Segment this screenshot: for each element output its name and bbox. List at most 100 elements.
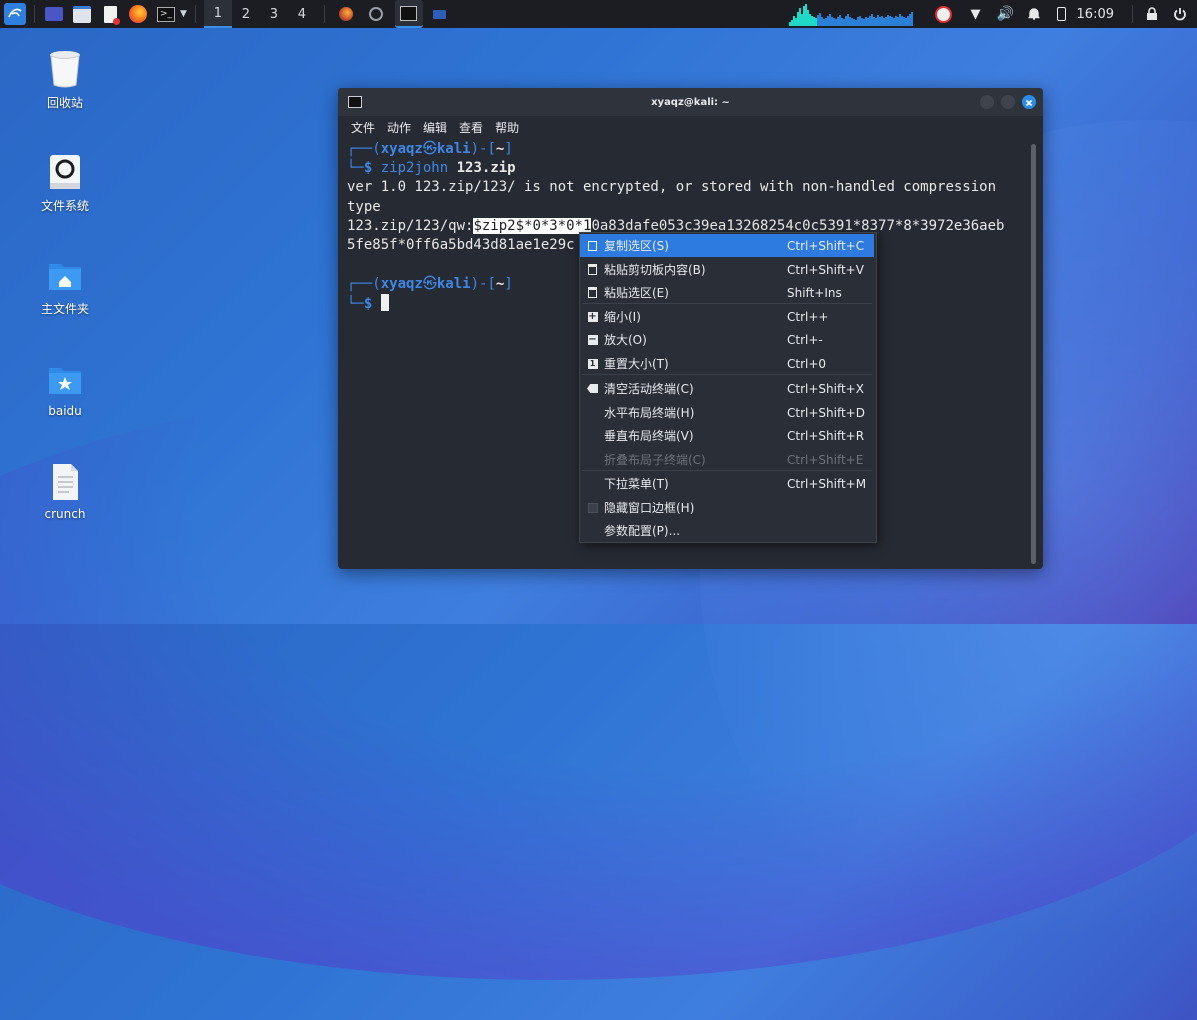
battery-icon[interactable] [1051,3,1073,25]
file-manager-icon[interactable] [71,3,93,25]
menu-item-7[interactable]: 水平布局终端(H) Ctrl+Shift+D [580,401,874,424]
desktop-icon-label: 文件系统 [40,199,89,213]
menu-item-4[interactable]: − 放大(O) Ctrl+- [580,328,874,351]
menu-item-shortcut: Shift+Ins [787,285,842,300]
workspace-3[interactable]: 3 [260,0,288,28]
menu-item-label: 垂直布局终端(V) [604,429,694,443]
menu-item-5[interactable]: 1 重置大小(T) Ctrl+0 [580,352,874,375]
prompt-line: ┌──(xyaqz㉿kali)-[~] [347,141,513,157]
menu-item-label: 隐藏窗口边框(H) [604,501,695,515]
terminal-window-icon[interactable] [394,0,423,28]
kali-menu-icon[interactable] [4,3,26,25]
menu-item-shortcut: Ctrl+Shift+R [787,428,865,443]
menu-item-shortcut: Ctrl++ [787,309,829,324]
menu-icon-placeholder [587,525,598,536]
taskbar-separator [1132,5,1133,23]
minimize-button[interactable] [980,95,994,109]
prompt-at: ㉿ [422,141,437,157]
wifi-icon[interactable]: ▼ [965,3,987,25]
app-window-icon[interactable] [365,3,387,25]
menu-actions[interactable]: 动作 [387,119,411,136]
menu-item-label: 水平布局终端(H) [604,406,695,420]
selected-text: $zip2$*0*3*0*1 [473,218,592,234]
menu-edit[interactable]: 编辑 [423,119,447,136]
desktop-icon-label: 主文件夹 [40,302,89,316]
text-file-icon [47,463,83,501]
menu-file[interactable]: 文件 [351,119,375,136]
menu-item-label: 复制选区(S) [604,239,669,253]
close-button[interactable] [1022,95,1036,109]
menu-item-12[interactable]: 参数配置(P)... [580,519,874,542]
menu-item-label: 粘贴选区(E) [604,286,669,300]
checkbox-icon [587,502,598,513]
menu-item-1[interactable]: 粘贴剪切板内容(B) Ctrl+Shift+V [580,258,874,281]
reset-size-icon: 1 [587,358,598,369]
desktop-icon-crunch[interactable]: crunch [20,463,110,521]
prompt-symbol: $ [363,296,373,312]
menu-item-2[interactable]: 粘贴选区(E) Shift+Ins [580,281,874,304]
text-editor-icon[interactable] [99,3,121,25]
menu-item-6[interactable]: 清空活动终端(C) Ctrl+Shift+X [580,377,874,400]
menu-item-label: 清空活动终端(C) [604,382,694,396]
lock-icon[interactable] [1141,3,1163,25]
kali-status-icon[interactable] [933,3,955,25]
terminal-menubar: 文件 动作 编辑 查看 帮助 [338,116,1043,138]
menu-help[interactable]: 帮助 [495,119,519,136]
home-folder-icon [47,256,83,294]
firefox-window-icon[interactable] [335,3,357,25]
desktop-icon-home[interactable]: 主文件夹 [20,256,110,317]
menu-item-11[interactable]: 隐藏窗口边框(H) [580,496,874,519]
workspace-1[interactable]: 1 [203,0,232,28]
command-line: └─$ zip2john 123.zip [347,160,516,176]
graph-bar [910,12,913,26]
taskbar-separator [194,5,196,23]
clear-icon [587,383,598,394]
text-cursor [380,294,389,311]
menu-separator [582,470,872,471]
menu-item-shortcut: Ctrl+Shift+E [787,452,864,467]
workspace-2[interactable]: 2 [232,0,260,28]
paste-icon [587,264,598,275]
maximize-button[interactable] [1001,95,1015,109]
menu-item-10[interactable]: 下拉菜单(T) Ctrl+Shift+M [580,472,874,495]
desktop-icon-filesystem[interactable]: 文件系统 [20,153,110,214]
show-desktop-icon[interactable] [43,3,65,25]
output-line: 5fe85f*0ff6a5bd43d81ae1e29c [347,237,575,253]
desktop-icon-label: crunch [44,507,86,521]
firefox-icon[interactable] [127,3,149,25]
zoom-in-icon: − [587,333,598,345]
output-text: 123.zip/123/qw: [347,218,474,234]
terminal-launcher-icon[interactable]: >_ [155,3,177,25]
menu-item-shortcut: Ctrl+Shift+M [787,476,867,491]
prompt-user: xyaqz [380,276,423,292]
menu-item-8[interactable]: 垂直布局终端(V) Ctrl+Shift+R [580,424,874,447]
cpu-graph [788,2,919,26]
notification-bell-icon[interactable] [1023,3,1045,25]
logout-icon[interactable] [1169,3,1191,25]
copy-icon [587,240,598,251]
menu-item-9[interactable]: 折叠布局子终端(C) Ctrl+Shift+E [580,448,874,471]
trash-icon [47,50,83,88]
menu-icon-placeholder [587,478,598,489]
menu-item-label: 折叠布局子终端(C) [604,453,706,467]
menu-view[interactable]: 查看 [459,119,483,136]
taskbar-separator [323,5,325,23]
menu-item-label: 粘贴剪切板内容(B) [604,263,706,277]
prompt-user: xyaqz [380,141,423,157]
menu-item-3[interactable]: + 缩小(I) Ctrl++ [580,305,874,328]
menu-item-label: 缩小(I) [604,310,641,324]
menu-item-0[interactable]: 复制选区(S) Ctrl+Shift+C [580,234,874,257]
scrollbar[interactable] [1031,144,1036,564]
chevron-down-icon[interactable]: ▼ [180,9,187,19]
desktop-icon-baidu[interactable]: baidu [20,360,110,418]
desktop-icon-trash[interactable]: 回收站 [20,50,110,111]
menu-item-shortcut: Ctrl+Shift+C [787,238,865,253]
menu-separator [582,303,872,304]
terminal-titlebar[interactable]: xyaqz@kali: ~ [338,88,1043,116]
output-line: type [347,199,381,215]
clock[interactable]: 16:09 [1077,7,1114,22]
menu-icon-placeholder [587,454,598,465]
volume-icon[interactable]: 🔊 [995,3,1017,25]
workspace-4[interactable]: 4 [288,0,316,28]
window-icon[interactable] [429,3,451,25]
